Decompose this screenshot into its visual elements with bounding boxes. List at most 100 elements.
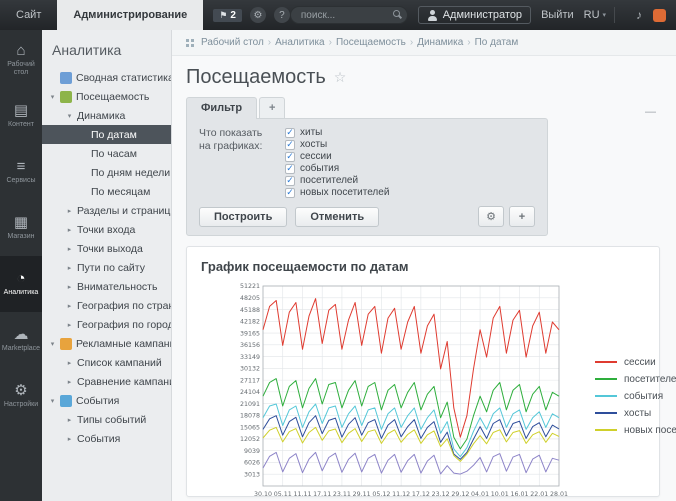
rail-item-analytics[interactable]: ◔Аналитика — [0, 256, 42, 312]
sidebar-item-by-hours[interactable]: По часам — [42, 144, 171, 163]
events-icon — [60, 395, 72, 407]
sidebar-item-traffic[interactable]: ▾Посещаемость — [42, 87, 171, 106]
legend-item: новых посетителей — [595, 425, 676, 436]
rail-item-label: Сервисы — [1, 177, 41, 185]
filter-checkbox-sessions[interactable]: ✓ сессии — [285, 151, 389, 162]
svg-text:05.11: 05.11 — [274, 491, 292, 498]
checkbox-icon[interactable]: ✓ — [285, 152, 295, 162]
sidebar-item-sections-pages[interactable]: ▸Разделы и страницы — [42, 201, 171, 220]
search-input[interactable] — [290, 6, 408, 24]
checkbox-icon[interactable]: ✓ — [285, 164, 295, 174]
gear-icon: ⚙ — [486, 211, 496, 223]
sidebar-item-campaign-list[interactable]: ▸Список кампаний — [42, 353, 171, 372]
collapse-icon[interactable]: — — [645, 106, 660, 118]
sidebar-item-ad-campaigns[interactable]: ▾Рекламные кампании — [42, 334, 171, 353]
breadcrumb-separator: › — [329, 37, 332, 48]
sidebar-item-exit-points[interactable]: ▸Точки выхода — [42, 239, 171, 258]
svg-text:48205: 48205 — [240, 295, 260, 302]
sound-icon[interactable]: ♪ — [631, 7, 647, 23]
svg-text:18078: 18078 — [240, 413, 260, 420]
search-icon — [393, 10, 402, 19]
user-button[interactable]: Администратор — [418, 6, 531, 24]
messages-indicator[interactable]: ⚑ 2 — [213, 9, 242, 22]
breadcrumb-separator: › — [268, 37, 271, 48]
rail-item-settings[interactable]: ⚙ Настройки — [0, 368, 42, 424]
favorite-star-icon[interactable]: ☆ — [334, 69, 347, 86]
filter-checkbox-events[interactable]: ✓события — [285, 163, 389, 174]
messages-count-badge: 2 — [230, 10, 236, 21]
site-tab[interactable]: Сайт — [0, 0, 57, 30]
sidebar-item-geo-countries[interactable]: ▸География по странам — [42, 296, 171, 315]
build-button[interactable]: Построить — [199, 207, 287, 227]
rail-item-desktop[interactable]: ⌂Рабочий стол — [0, 32, 42, 88]
breadcrumb-item[interactable]: По датам — [475, 37, 519, 48]
checkbox-label: сессии — [300, 151, 332, 162]
sidebar-item-by-dates[interactable]: По датам — [42, 125, 171, 144]
notifications-icon[interactable] — [653, 9, 666, 22]
filter-panel: Что показать на графиках: ✓хиты✓хосты✓се… — [186, 118, 548, 236]
rail-item-label: Marketplace — [1, 345, 41, 353]
sidebar-item-label: Посещаемость — [76, 91, 149, 103]
filter-checkbox-visitors[interactable]: ✓посетителей — [285, 175, 389, 186]
sidebar-item-by-weekdays[interactable]: По дням недели — [42, 163, 171, 182]
admin-tab[interactable]: Администрирование — [57, 0, 203, 30]
sidebar-item-geo-cities[interactable]: ▸География по городам — [42, 315, 171, 334]
filter-settings-button[interactable]: ⚙ — [478, 206, 504, 227]
svg-text:6026: 6026 — [244, 460, 260, 467]
breadcrumb-item[interactable]: Аналитика — [275, 37, 325, 48]
tab-add-filter[interactable]: + — [259, 97, 285, 118]
chevron-right-icon: ▸ — [66, 416, 73, 424]
sidebar-item-events[interactable]: ▾События — [42, 391, 171, 410]
sidebar-item-entry-points[interactable]: ▸Точки входа — [42, 220, 171, 239]
sidebar-item-label: По часам — [91, 148, 137, 160]
filter-checkbox-hits[interactable]: ✓хиты — [285, 127, 389, 138]
logout-link[interactable]: Выйти — [541, 9, 574, 21]
sidebar-item-label: Сводная статистика — [76, 72, 172, 84]
sidebar-item-dynamics[interactable]: ▾Динамика — [42, 106, 171, 125]
rail-item-marketplace[interactable]: ☁Marketplace — [0, 312, 42, 368]
svg-text:23.11: 23.11 — [333, 491, 351, 498]
services-icon: ≡ — [17, 159, 26, 174]
filter-add-button[interactable]: + — [509, 206, 535, 227]
desktop-grid-icon[interactable] — [186, 39, 194, 47]
checkbox-icon[interactable]: ✓ — [285, 188, 295, 198]
sidebar-item-event-types[interactable]: ▸Типы событий — [42, 410, 171, 429]
checkbox-icon[interactable]: ✓ — [285, 140, 295, 150]
sidebar-item-events-list[interactable]: ▸События — [42, 429, 171, 448]
chevron-down-icon: ▾ — [49, 340, 56, 348]
visits-chart: 5122148205451884218239165361563314930132… — [227, 280, 579, 501]
filter-checkbox-new-visitors[interactable]: ✓ новых посетителей — [285, 187, 389, 198]
search-box — [290, 6, 408, 24]
page-title: Посещаемость — [186, 66, 326, 89]
checkbox-icon[interactable]: ✓ — [285, 176, 295, 186]
rail-item-shop[interactable]: ▦Магазин — [0, 200, 42, 256]
rail-item-label: Аналитика — [1, 289, 41, 297]
breadcrumb-item[interactable]: Посещаемость — [336, 37, 406, 48]
cancel-button[interactable]: Отменить — [295, 207, 379, 227]
gear-icon[interactable]: ⚙ — [250, 7, 266, 23]
legend-swatch — [595, 412, 617, 414]
help-icon[interactable]: ? — [274, 7, 290, 23]
language-selector[interactable]: RU ▾ — [584, 9, 606, 21]
sidebar-item-campaign-compare[interactable]: ▸Сравнение кампаний — [42, 372, 171, 391]
sidebar-item-summary-stats[interactable]: Сводная статистика — [42, 68, 171, 87]
sidebar-item-attention[interactable]: ▸Внимательность — [42, 277, 171, 296]
settings-icon: ⚙ — [14, 383, 27, 398]
sidebar-item-by-months[interactable]: По месяцам — [42, 182, 171, 201]
checkbox-label: новых посетителей — [300, 187, 389, 198]
sidebar: Аналитика Сводная статистика▾Посещаемост… — [42, 30, 172, 501]
svg-text:22.01: 22.01 — [530, 491, 548, 498]
legend-item: хосты — [595, 408, 676, 419]
svg-text:9039: 9039 — [244, 448, 260, 455]
rail-item-services[interactable]: ≡ Сервисы — [0, 144, 42, 200]
svg-text:24104: 24104 — [240, 389, 260, 396]
breadcrumb-item[interactable]: Рабочий стол — [201, 37, 264, 48]
sidebar-item-site-paths[interactable]: ▸Пути по сайту — [42, 258, 171, 277]
filter-checkbox-hosts[interactable]: ✓хосты — [285, 139, 389, 150]
checkbox-icon[interactable]: ✓ — [285, 128, 295, 138]
tab-filter[interactable]: Фильтр — [186, 97, 257, 119]
svg-text:29.12: 29.12 — [451, 491, 469, 498]
rail-item-content[interactable]: ▤Контент — [0, 88, 42, 144]
breadcrumb-item[interactable]: Динамика — [417, 37, 463, 48]
rail-item-label: Настройки — [1, 401, 41, 409]
